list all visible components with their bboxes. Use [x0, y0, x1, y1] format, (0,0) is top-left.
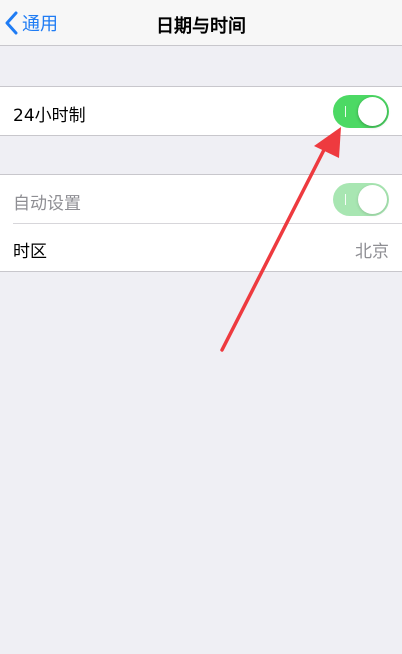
row-label-set-automatically: 自动设置 — [13, 194, 81, 214]
toggle-on-indicator — [345, 106, 346, 117]
page-title: 日期与时间 — [156, 16, 246, 37]
row-label-time-zone: 时区 — [13, 242, 47, 262]
settings-group-format: 24小时制 — [0, 86, 402, 136]
toggle-on-indicator — [345, 194, 346, 205]
navigation-bar: 通用 日期与时间 — [0, 0, 402, 46]
toggle-knob — [358, 97, 387, 126]
time-zone-value: 北京 — [355, 242, 389, 262]
row-label-24-hour-time: 24小时制 — [13, 106, 86, 126]
row-time-zone[interactable]: 时区 北京 — [0, 223, 402, 271]
toggle-set-automatically[interactable] — [333, 183, 389, 216]
row-24-hour-time: 24小时制 — [0, 87, 402, 135]
row-set-automatically: 自动设置 — [0, 175, 402, 223]
toggle-knob — [358, 185, 387, 214]
toggle-24-hour-time[interactable] — [333, 95, 389, 128]
settings-group-timezone: 自动设置 时区 北京 — [0, 174, 402, 272]
